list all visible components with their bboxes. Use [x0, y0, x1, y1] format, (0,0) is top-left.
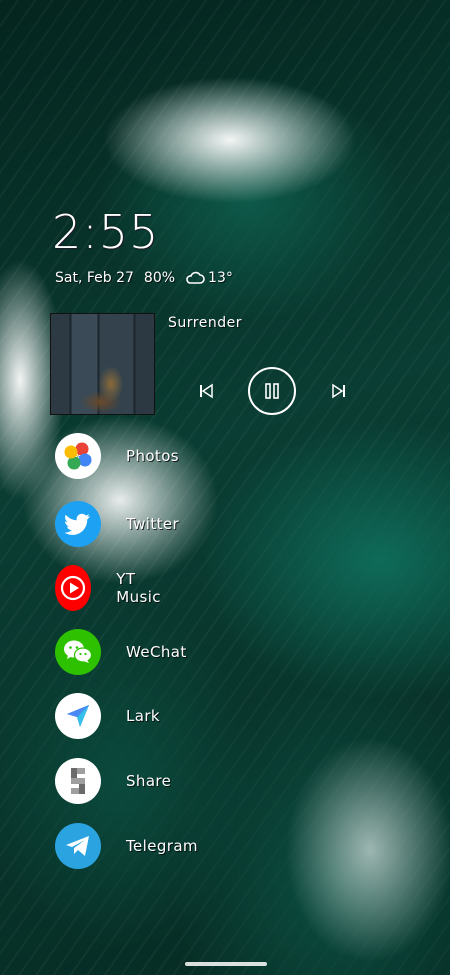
next-button[interactable] — [328, 380, 350, 402]
app-yt-music[interactable]: YT Music — [55, 565, 171, 611]
twitter-icon — [55, 501, 101, 547]
app-telegram[interactable]: Telegram — [55, 823, 198, 869]
app-label-wechat: WeChat — [126, 643, 187, 661]
wechat-icon — [55, 629, 101, 675]
share-icon — [55, 758, 101, 804]
previous-button[interactable] — [195, 380, 217, 402]
app-share[interactable]: Share — [55, 758, 171, 804]
app-label-photos: Photos — [126, 447, 180, 465]
cloud-icon — [186, 271, 205, 284]
app-label-telegram: Telegram — [126, 837, 198, 855]
next-icon — [332, 383, 345, 399]
app-wechat[interactable]: WeChat — [55, 629, 187, 675]
status-row: Sat, Feb 27 80% 13° — [55, 270, 233, 286]
previous-icon — [200, 383, 213, 399]
photos-icon — [55, 433, 101, 479]
pause-button[interactable] — [248, 367, 296, 415]
temperature-text: 13° — [208, 270, 233, 286]
pause-icon — [265, 383, 279, 399]
yt-music-icon — [55, 565, 92, 611]
weather: 13° — [185, 270, 233, 286]
app-photos[interactable]: Photos — [55, 433, 179, 479]
lark-icon — [55, 693, 101, 739]
telegram-icon — [55, 823, 101, 869]
battery-text: 80% — [143, 270, 176, 286]
track-title: Surrender — [168, 315, 242, 331]
app-label-lark: Lark — [126, 707, 161, 725]
app-label-yt-music: YT Music — [116, 570, 161, 606]
app-lark[interactable]: Lark — [55, 693, 160, 739]
app-label-twitter: Twitter — [126, 515, 180, 533]
app-twitter[interactable]: Twitter — [55, 501, 179, 547]
app-label-share: Share — [126, 772, 172, 790]
date-text: Sat, Feb 27 — [55, 270, 134, 286]
home-gesture-bar[interactable] — [185, 962, 267, 966]
clock-time: 2:55 — [52, 205, 160, 259]
album-art[interactable] — [50, 313, 155, 415]
media-player: Surrender — [50, 313, 380, 415]
